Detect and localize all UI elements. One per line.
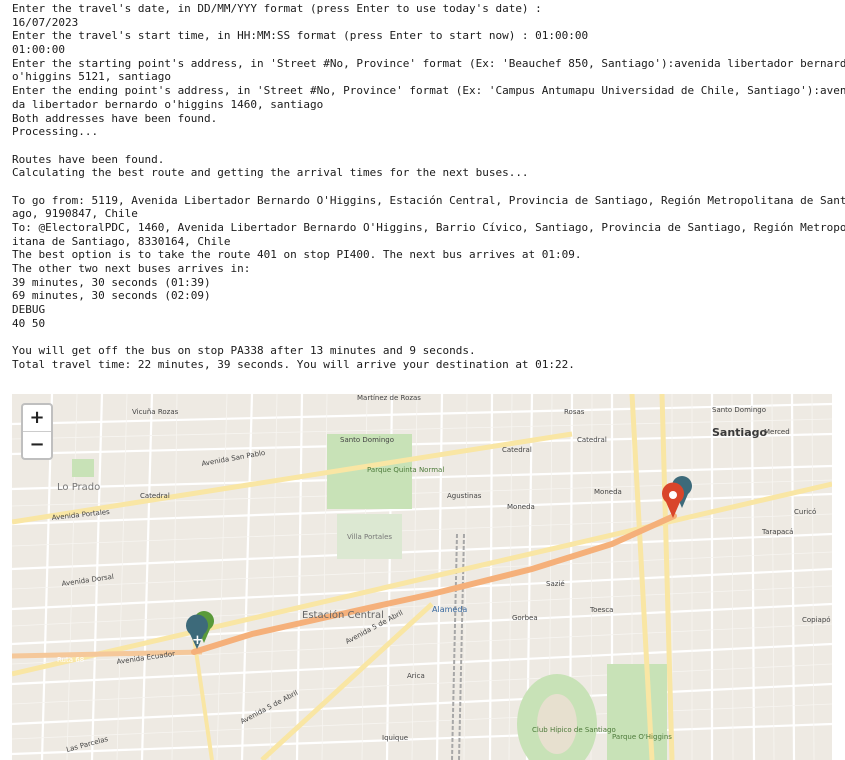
label-arica: Arica xyxy=(407,672,425,680)
console-line: Enter the starting point's address, in '… xyxy=(12,56,845,70)
console-line: To: @ElectoralPDC, 1460, Avenida Liberta… xyxy=(12,221,845,234)
label-merced: Merced xyxy=(764,428,790,436)
console-line: Total travel time: 22 minutes, 39 second… xyxy=(12,357,575,371)
label-agustinas: Agustinas xyxy=(447,492,482,500)
zoom-out-button[interactable]: − xyxy=(23,432,51,458)
console-line: 01:00:00 xyxy=(12,43,65,57)
label-catedral-east: Catedral xyxy=(502,446,532,454)
label-catedral-northeast: Catedral xyxy=(577,436,607,444)
console-line: o'higgins 5121, santiago xyxy=(12,70,171,84)
label-estacion-central: Estación Central xyxy=(302,609,384,621)
console-line: 16/07/2023 xyxy=(12,15,79,29)
label-villa-portales: Villa Portales xyxy=(347,533,392,541)
console-line: Enter the ending point's address, in 'St… xyxy=(12,84,845,98)
label-martinez-de-rozas: Martínez de Rozas xyxy=(357,394,421,402)
label-club-hipico: Club Hípico de Santiago xyxy=(532,726,616,734)
label-gorbea: Gorbea xyxy=(512,614,538,622)
console-line: Both addresses have been found. xyxy=(12,111,218,125)
console-line: The other two next buses arrives in: xyxy=(12,262,251,276)
map-view[interactable]: Santiago Estación Central Lo Prado Alame… xyxy=(12,394,832,760)
label-moneda-east: Moneda xyxy=(594,488,622,496)
label-parque-ohiggins: Parque O'Higgins xyxy=(612,733,672,741)
label-rosas: Rosas xyxy=(564,408,585,416)
console-line: da libertador bernardo o'higgins 1460, s… xyxy=(12,97,324,111)
label-santo-domingo-east: Santo Domingo xyxy=(712,406,766,414)
label-ruta-68: Ruta 68 xyxy=(57,656,84,664)
console-line: 39 minutes, 30 seconds (01:39) xyxy=(12,275,211,289)
label-toesca: Toesca xyxy=(589,606,613,614)
label-curico: Curicó xyxy=(794,508,816,516)
park-ohiggins xyxy=(607,664,667,760)
console-line: Routes have been found. xyxy=(12,152,165,166)
label-quinta-normal: Parque Quinta Normal xyxy=(367,466,444,474)
console-line: ago, 9190847, Chile xyxy=(12,207,138,221)
zoom-in-button[interactable]: + xyxy=(23,405,51,432)
label-vicuna-rozas: Vicuña Rozas xyxy=(132,408,179,416)
console-line: Calculating the best route and getting t… xyxy=(12,166,529,180)
label-lo-prado: Lo Prado xyxy=(57,482,100,493)
console-line: The best option is to take the route 401… xyxy=(12,248,582,262)
console-line: You will get off the bus on stop PA338 a… xyxy=(12,344,476,358)
console-line: itana de Santiago, 8330164, Chile xyxy=(12,234,231,248)
label-alameda: Alameda xyxy=(432,605,467,614)
console-line: Processing... xyxy=(12,125,99,139)
label-santo-domingo: Santo Domingo xyxy=(340,436,394,444)
label-moneda: Moneda xyxy=(507,503,535,511)
label-santiago: Santiago xyxy=(712,426,768,439)
label-copiapo: Copiapó xyxy=(802,616,831,624)
console-line: 40 50 xyxy=(12,316,46,330)
console-output: Enter the travel's date, in DD/MM/YYY fo… xyxy=(12,2,845,372)
console-line: To go from: 5119, Avenida Libertador Ber… xyxy=(12,193,845,207)
console-line: Enter the travel's start time, in HH:MM:… xyxy=(12,29,589,43)
label-catedral-west: Catedral xyxy=(140,492,170,500)
console-line: Enter the travel's date, in DD/MM/YYY fo… xyxy=(12,2,542,15)
console-line: 69 minutes, 30 seconds (02:09) xyxy=(12,289,211,303)
label-tarapaca: Tarapacá xyxy=(761,528,793,536)
map-canvas[interactable]: Santiago Estación Central Lo Prado Alame… xyxy=(12,394,832,760)
label-sazie: Sazié xyxy=(546,580,565,588)
label-iquique: Iquique xyxy=(382,734,408,742)
console-line: DEBUG xyxy=(12,303,46,317)
svg-text:+: + xyxy=(192,633,203,648)
zoom-control: + − xyxy=(21,403,53,460)
